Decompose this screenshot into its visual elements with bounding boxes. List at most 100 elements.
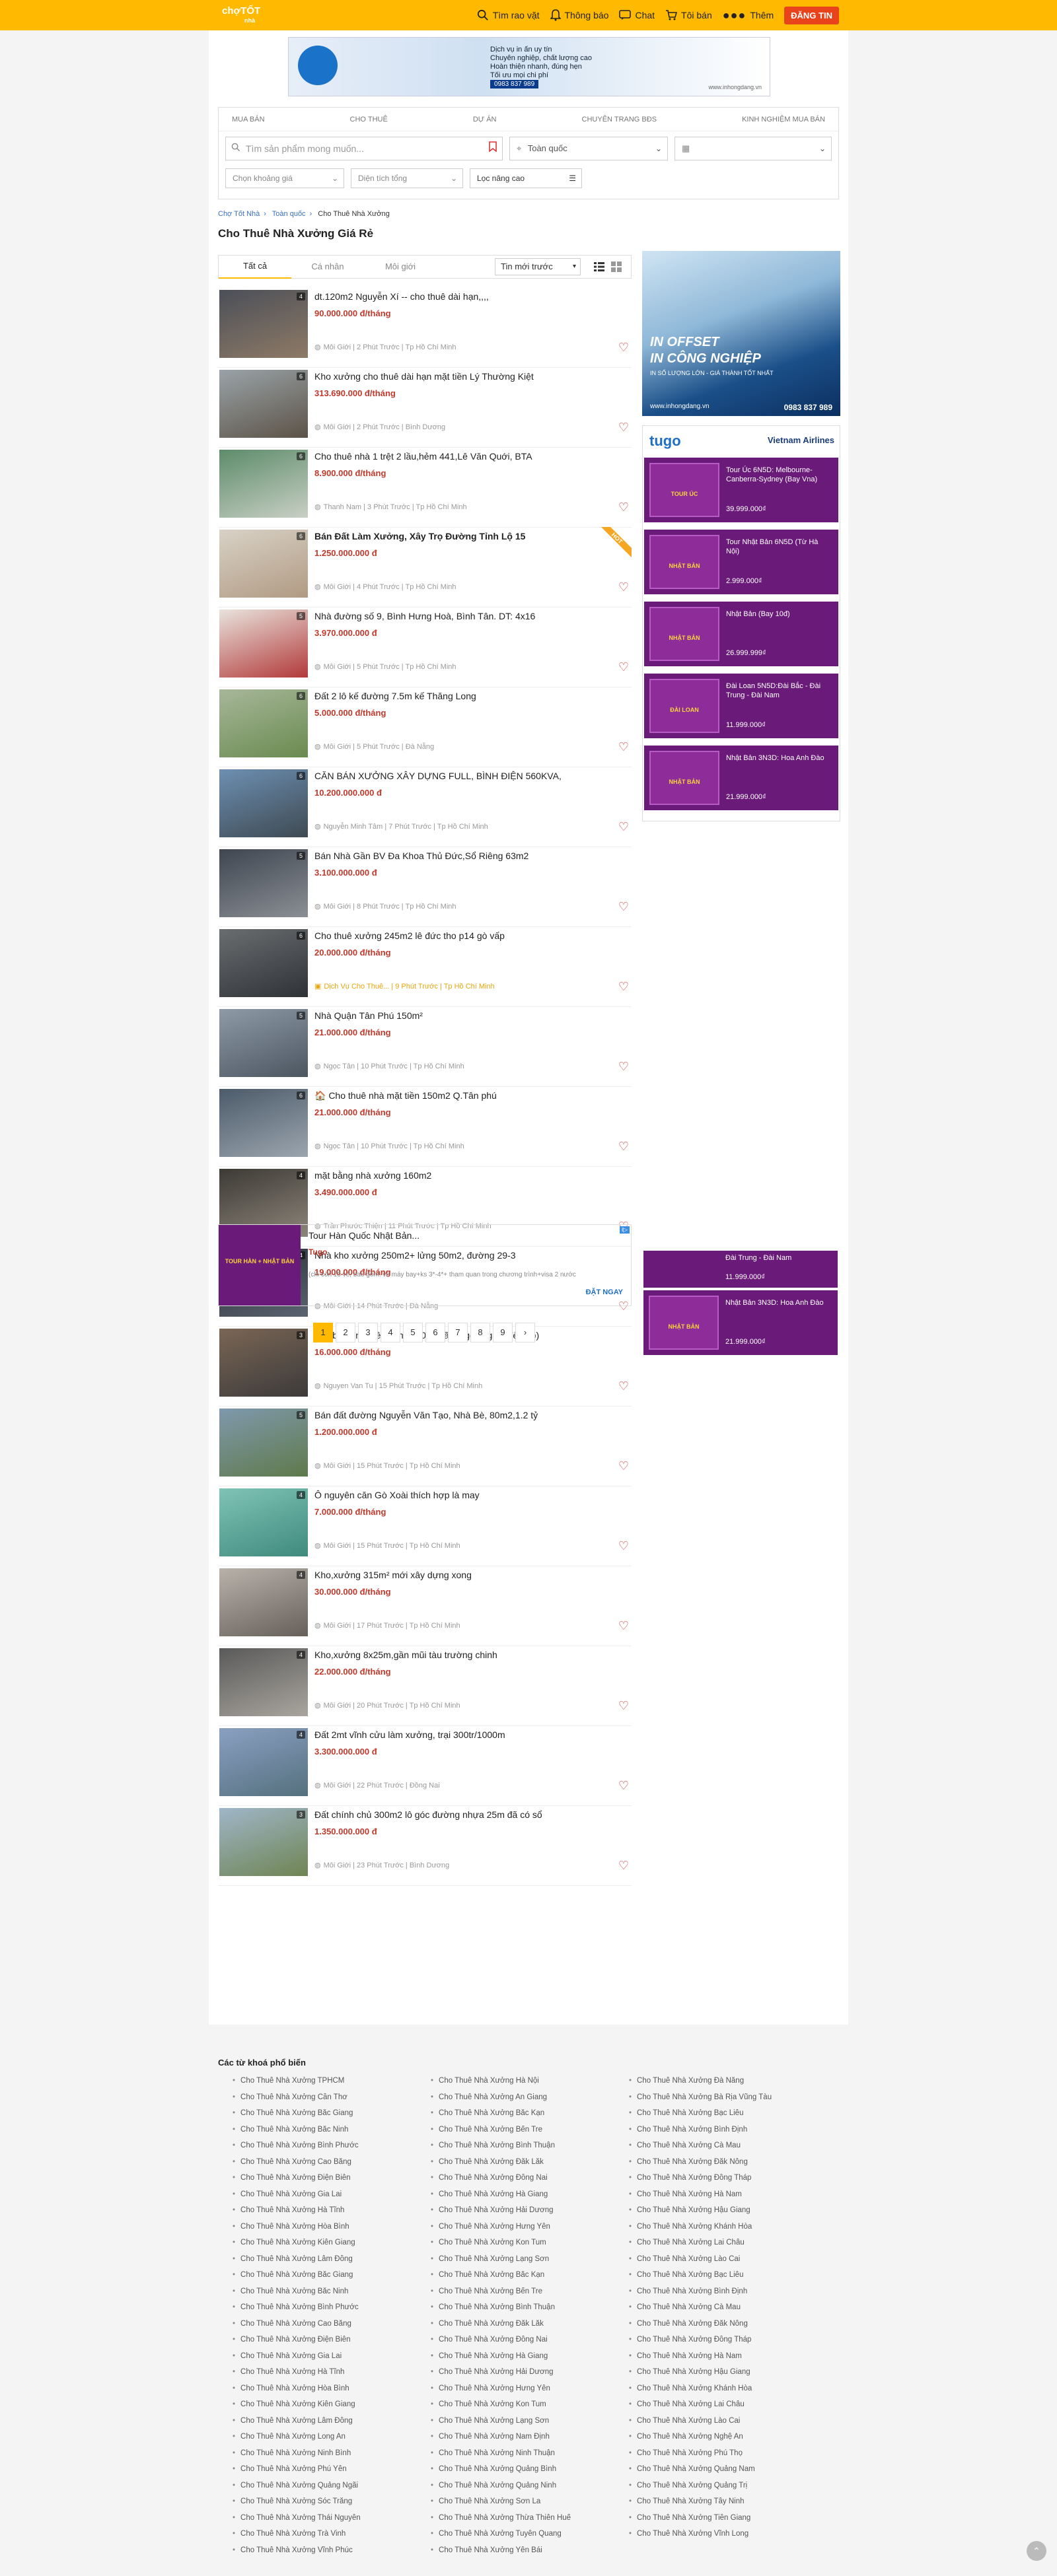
listing-title[interactable]: 🏠 Cho thuê nhà mặt tiền 150m2 Q.Tân phú bbox=[314, 1090, 605, 1101]
keyword-link[interactable]: Cho Thuê Nhà Xưởng Bắc Ninh bbox=[218, 2287, 416, 2304]
listing-item[interactable]: 6 CĂN BÁN XƯỞNG XÂY DỰNG FULL, BÌNH ĐIỆN … bbox=[218, 767, 632, 847]
price-filter[interactable]: Chọn khoảng giá ⌄ bbox=[225, 168, 344, 188]
listing-thumbnail[interactable]: 4 bbox=[219, 1568, 308, 1636]
nav-search[interactable]: Tìm rao vặt bbox=[477, 9, 540, 21]
keyword-link[interactable]: Cho Thuê Nhà Xưởng Đắk Nông bbox=[614, 2320, 813, 2336]
listing-item[interactable]: 6 Đất 2 lô kế đường 7.5m kế Thăng Long 5.0… bbox=[218, 687, 632, 767]
listing-thumbnail[interactable]: 6 bbox=[219, 530, 308, 598]
listing-thumbnail[interactable]: 6 bbox=[219, 450, 308, 518]
advanced-filter-button[interactable]: Lọc nâng cao ☰ bbox=[470, 168, 582, 188]
keyword-link[interactable]: Cho Thuê Nhà Xưởng Hải Dương bbox=[416, 2368, 614, 2385]
listing-title[interactable]: Bán Nhà Gần BV Đa Khoa Thủ Đức,Sổ Riêng … bbox=[314, 851, 605, 861]
listing-thumbnail[interactable]: 6 bbox=[219, 689, 308, 757]
listing-thumbnail[interactable]: 6 bbox=[219, 769, 308, 837]
listing-title[interactable]: Đất 2 lô kế đường 7.5m kế Thăng Long bbox=[314, 691, 605, 701]
native-ad[interactable]: TOUR HÀN + NHẬT BẢN Tour Hàn Quốc Nhật B… bbox=[218, 1224, 632, 1306]
keyword-link[interactable]: Cho Thuê Nhà Xưởng Cần Thơ bbox=[218, 2093, 416, 2110]
listing-title[interactable]: dt.120m2 Nguyễn Xí -- cho thuê dài hạn,,… bbox=[314, 291, 605, 302]
keyword-link[interactable]: Cho Thuê Nhà Xưởng Hà Nội bbox=[416, 2077, 614, 2093]
keyword-link[interactable]: Cho Thuê Nhà Xưởng Kiên Giang bbox=[218, 2400, 416, 2417]
listing-item[interactable]: 4 Đất 2mt vĩnh cửu làm xưởng, trại 300tr/… bbox=[218, 1725, 632, 1806]
scroll-to-top-button[interactable]: ⌃ bbox=[1027, 2541, 1046, 2561]
heart-icon[interactable]: ♡ bbox=[618, 581, 629, 593]
keyword-link[interactable]: Cho Thuê Nhà Xưởng Hà Tĩnh bbox=[218, 2206, 416, 2223]
listing-item[interactable]: 4 Kho,xưởng 8x25m,gần mũi tàu trường chin… bbox=[218, 1646, 632, 1726]
adchoices-icon[interactable]: i▷ bbox=[620, 1226, 630, 1234]
keyword-link[interactable]: Cho Thuê Nhà Xưởng Hậu Giang bbox=[614, 2368, 813, 2385]
keyword-link[interactable]: Cho Thuê Nhà Xưởng Bạc Liêu bbox=[614, 2271, 813, 2287]
travel-ad-item[interactable]: ĐÀI LOAN Đài Loan 5N5D:Đài Bắc - Đài Trun… bbox=[644, 674, 838, 738]
keyword-link[interactable]: Cho Thuê Nhà Xưởng Quảng Bình bbox=[416, 2465, 614, 2482]
pagination-page[interactable]: 8 bbox=[470, 1323, 490, 1342]
listing-thumbnail[interactable]: 4 bbox=[219, 1728, 308, 1796]
keyword-link[interactable]: Cho Thuê Nhà Xưởng Lai Châu bbox=[614, 2400, 813, 2417]
heart-icon[interactable]: ♡ bbox=[618, 1700, 629, 1712]
keyword-link[interactable]: Cho Thuê Nhà Xưởng TPHCM bbox=[218, 2077, 416, 2093]
keyword-link[interactable]: Cho Thuê Nhà Xưởng Vĩnh Phúc bbox=[218, 2546, 416, 2563]
keyword-link[interactable]: Cho Thuê Nhà Xưởng Lâm Đồng bbox=[218, 2255, 416, 2272]
tab-individual[interactable]: Cá nhân bbox=[291, 256, 364, 278]
pagination-page[interactable]: 5 bbox=[403, 1323, 423, 1342]
listing-title[interactable]: CĂN BÁN XƯỞNG XÂY DỰNG FULL, BÌNH ĐIỆN 5… bbox=[314, 771, 605, 781]
keyword-link[interactable]: Cho Thuê Nhà Xưởng Lào Cai bbox=[614, 2417, 813, 2433]
keyword-link[interactable]: Cho Thuê Nhà Xưởng Lai Châu bbox=[614, 2239, 813, 2255]
category-rent[interactable]: CHO THUÊ bbox=[350, 116, 388, 123]
keyword-link[interactable]: Cho Thuê Nhà Xưởng An Giang bbox=[416, 2093, 614, 2110]
pagination-next[interactable]: › bbox=[515, 1323, 535, 1342]
listing-title[interactable]: Kho,xưởng 315m² mới xây dựng xong bbox=[314, 1570, 605, 1580]
travel-ad-item[interactable]: NHẬT BẢN Nhật Bản 3N3D: Hoa Anh Đào 21.999… bbox=[644, 746, 838, 810]
listing-title[interactable]: Đất chính chủ 300m2 lô góc đường nhựa 25… bbox=[314, 1809, 605, 1820]
keyword-link[interactable]: Cho Thuê Nhà Xưởng Bắc Kạn bbox=[416, 2271, 614, 2287]
category-buy-sell[interactable]: MUA BÁN bbox=[232, 116, 265, 123]
keyword-link[interactable]: Cho Thuê Nhà Xưởng Khánh Hòa bbox=[614, 2223, 813, 2239]
category-experience[interactable]: KINH NGHIỆM MUA BÁN bbox=[742, 116, 825, 123]
listing-thumbnail[interactable]: 3 bbox=[219, 1808, 308, 1876]
keyword-link[interactable]: Cho Thuê Nhà Xưởng Hà Nam bbox=[614, 2352, 813, 2369]
keyword-link[interactable]: Cho Thuê Nhà Xưởng Gia Lai bbox=[218, 2190, 416, 2207]
keyword-link[interactable]: Cho Thuê Nhà Xưởng Kon Tum bbox=[416, 2239, 614, 2255]
listing-title[interactable]: Đất 2mt vĩnh cửu làm xưởng, trại 300tr/1… bbox=[314, 1729, 605, 1740]
keyword-link[interactable]: Cho Thuê Nhà Xưởng Điện Biên bbox=[218, 2336, 416, 2352]
keyword-link[interactable]: Cho Thuê Nhà Xưởng Lào Cai bbox=[614, 2255, 813, 2272]
keyword-link[interactable]: Cho Thuê Nhà Xưởng Hà Giang bbox=[416, 2190, 614, 2207]
post-ad-button[interactable]: ĐĂNG TIN bbox=[784, 6, 839, 24]
keyword-link[interactable]: Cho Thuê Nhà Xưởng Lạng Sơn bbox=[416, 2255, 614, 2272]
listing-item[interactable]: 6 Cho thuê xưởng 245m2 lê đức tho p14 gò … bbox=[218, 926, 632, 1007]
keyword-link[interactable]: Cho Thuê Nhà Xưởng Hậu Giang bbox=[614, 2206, 813, 2223]
bookmark-icon[interactable] bbox=[489, 137, 497, 160]
search-input[interactable]: Tìm sản phẩm mong muốn... bbox=[225, 137, 503, 160]
heart-icon[interactable]: ♡ bbox=[618, 1380, 629, 1392]
tab-all[interactable]: Tất cả bbox=[219, 255, 291, 279]
listing-title[interactable]: Bán đất đường Nguyễn Văn Tạo, Nhà Bè, 80… bbox=[314, 1410, 605, 1420]
keyword-link[interactable]: Cho Thuê Nhà Xưởng Gia Lai bbox=[218, 2352, 416, 2369]
keyword-link[interactable]: Cho Thuê Nhà Xưởng Nam Định bbox=[416, 2433, 614, 2449]
listing-item[interactable]: 6 Kho xưởng cho thuê dài hạn mặt tiền Lý … bbox=[218, 367, 632, 448]
keyword-link[interactable]: Cho Thuê Nhà Xưởng Bến Tre bbox=[416, 2287, 614, 2304]
keyword-link[interactable]: Cho Thuê Nhà Xưởng Trà Vinh bbox=[218, 2530, 416, 2546]
keyword-link[interactable]: Cho Thuê Nhà Xưởng Bắc Giang bbox=[218, 2271, 416, 2287]
heart-icon[interactable]: ♡ bbox=[618, 421, 629, 433]
keyword-link[interactable]: Cho Thuê Nhà Xưởng Điện Biên bbox=[218, 2174, 416, 2190]
travel-ad-item[interactable]: NHẬT BẢN Nhật Bản (Bay 10đ) 26.999.999₫ bbox=[644, 602, 838, 666]
listing-item[interactable]: 6 🏠 Cho thuê nhà mặt tiền 150m2 Q.Tân phú… bbox=[218, 1086, 632, 1167]
keyword-link[interactable]: Cho Thuê Nhà Xưởng Thừa Thiên Huế bbox=[416, 2514, 614, 2530]
heart-icon[interactable]: ♡ bbox=[618, 1620, 629, 1632]
keyword-link[interactable]: Cho Thuê Nhà Xưởng Hưng Yên bbox=[416, 2385, 614, 2401]
pagination-page[interactable]: 6 bbox=[425, 1323, 445, 1342]
keyword-link[interactable]: Cho Thuê Nhà Xưởng Bình Định bbox=[614, 2126, 813, 2142]
keyword-link[interactable]: Cho Thuê Nhà Xưởng Sóc Trăng bbox=[218, 2497, 416, 2514]
listing-thumbnail[interactable]: 4 bbox=[219, 290, 308, 358]
nav-sell[interactable]: Tôi bán bbox=[665, 10, 712, 20]
listing-thumbnail[interactable]: 4 bbox=[219, 1648, 308, 1716]
keyword-link[interactable]: Cho Thuê Nhà Xưởng Bắc Giang bbox=[218, 2109, 416, 2126]
travel-ad-item[interactable]: TOUR ÚC Tour Úc 6N5D: Melbourne-Canberra-… bbox=[644, 458, 838, 522]
keyword-link[interactable]: Cho Thuê Nhà Xưởng Ninh Bình bbox=[218, 2449, 416, 2466]
listing-title[interactable]: Ô nguyên căn Gò Xoài thích hợp là may bbox=[314, 1490, 605, 1500]
keyword-link[interactable]: Cho Thuê Nhà Xưởng Lạng Sơn bbox=[416, 2417, 614, 2433]
listing-title[interactable]: Bán Đất Làm Xưởng, Xây Trọ Đường Tỉnh Lộ… bbox=[314, 531, 605, 541]
keyword-link[interactable]: Cho Thuê Nhà Xưởng Quảng Ninh bbox=[416, 2482, 614, 2498]
heart-icon[interactable]: ♡ bbox=[618, 1061, 629, 1072]
keyword-link[interactable]: Cho Thuê Nhà Xưởng Đà Nẵng bbox=[614, 2077, 813, 2093]
heart-icon[interactable]: ♡ bbox=[618, 1540, 629, 1552]
top-banner-ad[interactable]: Dịch vụ in ấn uy tín Chuyên nghiệp, chất… bbox=[288, 37, 770, 96]
